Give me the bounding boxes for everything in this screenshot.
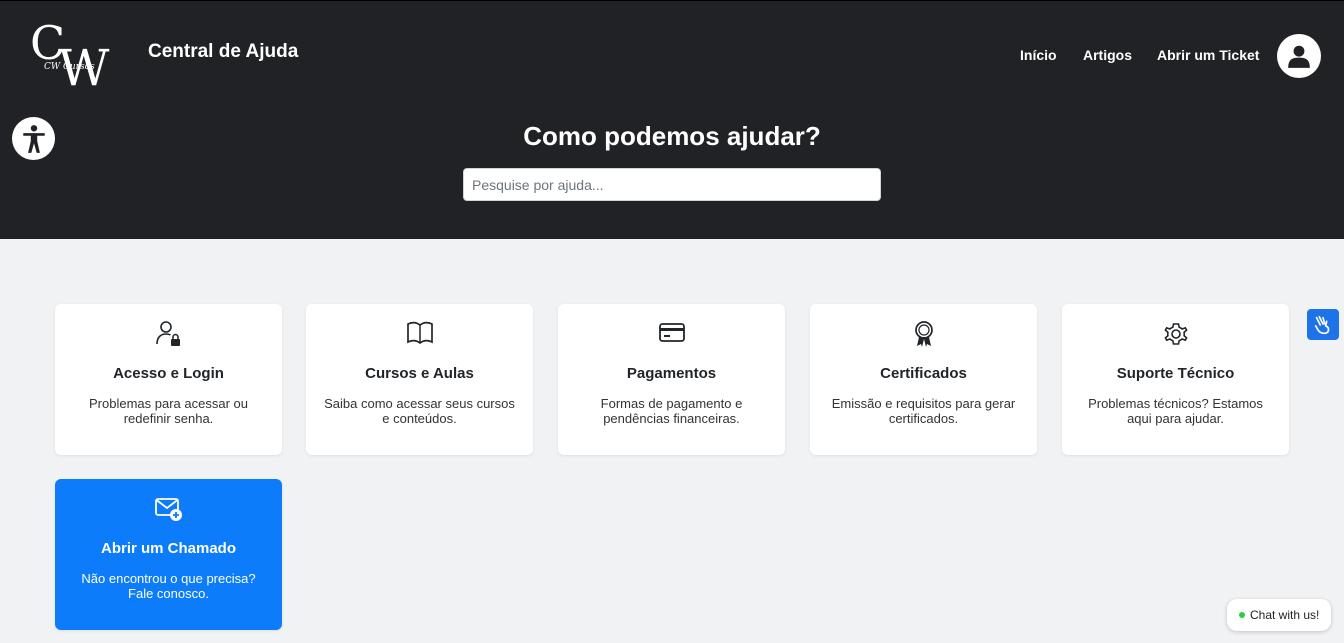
- card-description: Formas de pagamento e pendências finance…: [600, 396, 743, 426]
- category-card-cursos-aulas[interactable]: Cursos e Aulas Saiba como acessar seus c…: [306, 304, 533, 455]
- card-title: Acesso e Login: [113, 365, 224, 382]
- hero-title: Como podemos ajudar?: [523, 121, 821, 151]
- card-description: Problemas para acessar ou redefinir senh…: [89, 396, 248, 426]
- card-description: Saiba como acessar seus cursos e conteúd…: [324, 396, 515, 426]
- logo[interactable]: C W CW Cursos: [30, 16, 120, 97]
- chat-widget-button[interactable]: Chat with us!: [1227, 599, 1331, 631]
- sign-language-icon: [1314, 315, 1330, 334]
- credit-card-icon: [558, 320, 785, 348]
- site-title: Central de Ajuda: [148, 41, 299, 62]
- category-card-acesso-login[interactable]: Acesso e Login Problemas para acessar ou…: [55, 304, 282, 455]
- category-card-suporte-tecnico[interactable]: Suporte Técnico Problemas técnicos? Esta…: [1062, 304, 1289, 455]
- card-description: Emissão e requisitos para gerar certific…: [831, 396, 1016, 426]
- chat-label: Chat with us!: [1250, 608, 1320, 622]
- card-title: Pagamentos: [626, 365, 717, 382]
- category-card-certificados[interactable]: Certificados Emissão e requisitos para g…: [810, 304, 1037, 455]
- user-menu-button[interactable]: [1277, 34, 1321, 78]
- svg-text:CW Cursos: CW Cursos: [44, 62, 95, 72]
- card-description: Não encontrou o que precisa? Fale conosc…: [81, 571, 256, 601]
- card-title: Cursos e Aulas: [365, 365, 474, 382]
- card-title: Suporte Técnico: [1116, 365, 1235, 382]
- card-description: Problemas técnicos? Estamos aqui para aj…: [1088, 396, 1263, 426]
- nav-link-inicio[interactable]: Início: [1020, 47, 1057, 63]
- logo-icon: C W CW Cursos: [30, 16, 110, 97]
- open-ticket-card[interactable]: Abrir um Chamado Não encontrou o que pre…: [55, 479, 282, 630]
- envelope-plus-icon: [55, 495, 282, 523]
- online-status-dot: [1239, 612, 1245, 618]
- gear-icon: [1062, 320, 1289, 348]
- award-icon: [810, 320, 1037, 348]
- card-title: Certificados: [880, 365, 967, 382]
- category-card-pagamentos[interactable]: Pagamentos Formas de pagamento e pendênc…: [558, 304, 785, 455]
- card-title: Abrir um Chamado: [100, 540, 236, 557]
- nav-link-artigos[interactable]: Artigos: [1083, 47, 1132, 63]
- hero-section: C W CW Cursos Central de Ajuda Início Ar…: [0, 0, 1344, 239]
- search-input[interactable]: [463, 168, 881, 201]
- user-lock-icon: [55, 320, 282, 348]
- vlibras-button[interactable]: [1307, 309, 1339, 340]
- nav-link-abrir-ticket[interactable]: Abrir um Ticket: [1157, 47, 1259, 63]
- book-icon: [306, 320, 533, 348]
- user-icon: [1288, 45, 1310, 68]
